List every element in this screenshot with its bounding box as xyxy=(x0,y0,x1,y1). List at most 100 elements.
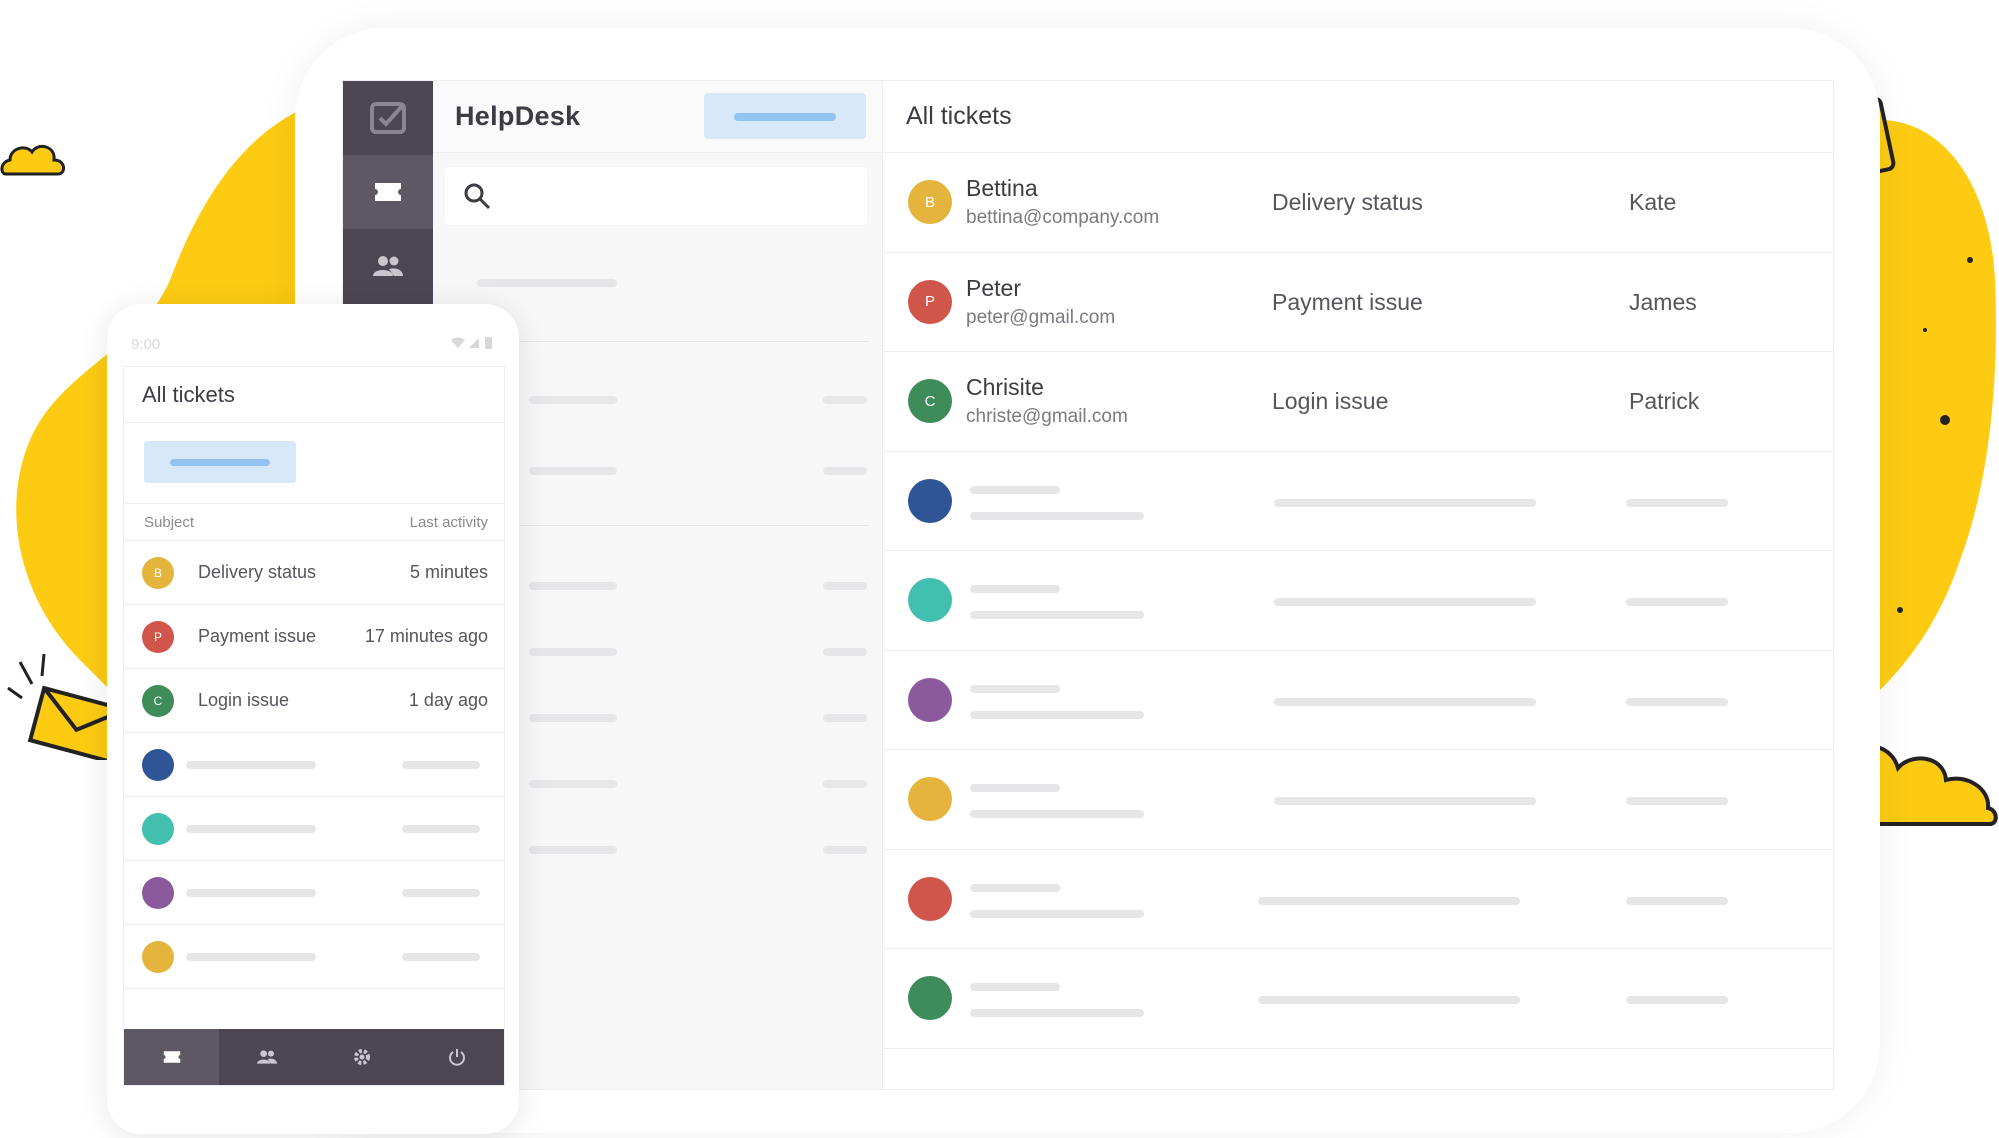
requester-email: bettina@company.com xyxy=(966,207,1160,228)
search-icon xyxy=(464,183,491,210)
avatar xyxy=(142,941,174,973)
list-placeholder xyxy=(823,648,867,656)
avatar: P xyxy=(908,279,952,324)
ticket-subject: Delivery status xyxy=(1272,189,1423,215)
checkbox-logo-icon xyxy=(370,102,406,134)
assigned-agent: James xyxy=(1629,288,1697,315)
power-icon xyxy=(448,1049,465,1066)
placeholder-line xyxy=(970,585,1060,593)
stage: HelpDesk All tickets B Bettina bettina@c… xyxy=(0,0,1999,1138)
placeholder-row[interactable] xyxy=(884,850,1833,949)
placeholder-line xyxy=(1626,498,1728,507)
nav-logout[interactable] xyxy=(409,1029,504,1085)
list-placeholder xyxy=(477,279,617,287)
mobile-placeholder-row[interactable] xyxy=(124,797,504,861)
mobile-table-header: Subject Last activity xyxy=(124,503,504,541)
nav-settings[interactable] xyxy=(314,1029,409,1085)
search-input[interactable] xyxy=(445,167,867,225)
page-title: All tickets xyxy=(884,81,1833,153)
assigned-agent: Kate xyxy=(1629,189,1677,215)
table-row[interactable]: C Chrisite christe@gmail.com Login issue… xyxy=(884,352,1833,452)
placeholder-line xyxy=(1626,598,1728,606)
placeholder-line xyxy=(1626,896,1728,905)
list-placeholder xyxy=(823,582,867,590)
divider xyxy=(477,525,869,526)
placeholder-line xyxy=(402,761,480,769)
mobile-page-title: All tickets xyxy=(124,367,504,423)
placeholder-row[interactable] xyxy=(884,949,1833,1049)
avatar xyxy=(908,578,952,622)
requester-name: Bettina xyxy=(966,175,1038,201)
placeholder-line xyxy=(1258,996,1520,1004)
list-placeholder xyxy=(823,714,867,722)
ticket-subject: Delivery status xyxy=(198,562,317,582)
placeholder-line xyxy=(1274,498,1536,507)
sidebar-item-logo[interactable] xyxy=(343,81,433,155)
users-icon xyxy=(256,1050,277,1064)
avatar: C xyxy=(142,685,174,717)
mobile-placeholder-row[interactable] xyxy=(124,861,504,925)
placeholder-line xyxy=(970,485,1060,494)
placeholder-line xyxy=(402,825,480,833)
button-label-placeholder xyxy=(170,459,270,466)
nav-users[interactable] xyxy=(219,1029,314,1085)
ticket-icon xyxy=(163,1051,180,1063)
assigned-agent: Patrick xyxy=(1629,388,1700,414)
sidebar-item-users[interactable] xyxy=(343,229,433,303)
nav-tickets[interactable] xyxy=(124,1029,219,1085)
list-placeholder xyxy=(823,396,867,404)
divider xyxy=(477,341,869,342)
ticket-subject: Login issue xyxy=(1272,388,1389,414)
mobile-table-row[interactable]: P Payment issue 17 minutes ago xyxy=(124,605,504,669)
placeholder-line xyxy=(970,784,1060,792)
mobile-table-row[interactable]: B Delivery status 5 minutes xyxy=(124,541,504,605)
sidebar-item-tickets[interactable] xyxy=(343,155,433,229)
placeholder-row[interactable] xyxy=(884,551,1833,651)
users-icon xyxy=(373,256,403,276)
column-subject: Subject xyxy=(144,514,195,531)
avatar xyxy=(142,813,174,845)
placeholder-row[interactable] xyxy=(884,750,1833,850)
ticket-subject: Payment issue xyxy=(1272,288,1423,315)
placeholder-line xyxy=(1258,896,1520,905)
gear-icon xyxy=(353,1049,370,1065)
table-row[interactable]: P Peter peter@gmail.com Payment issue Ja… xyxy=(884,253,1833,352)
avatar: B xyxy=(142,557,174,589)
placeholder-line xyxy=(970,511,1144,520)
list-placeholder xyxy=(529,648,617,656)
placeholder-line xyxy=(970,1009,1144,1017)
placeholder-row[interactable] xyxy=(884,452,1833,551)
requester-name: Chrisite xyxy=(966,374,1044,400)
mobile-new-ticket-button[interactable] xyxy=(144,441,296,483)
requester-email: christe@gmail.com xyxy=(966,406,1128,427)
avatar xyxy=(908,777,952,821)
list-placeholder xyxy=(823,846,867,854)
ticket-icon xyxy=(375,183,401,201)
placeholder-line xyxy=(186,889,316,897)
placeholder-row[interactable] xyxy=(884,651,1833,750)
placeholder-line xyxy=(970,611,1144,619)
mobile-placeholder-row[interactable] xyxy=(124,733,504,797)
mobile-app-window: All tickets Subject Last activity B Deli… xyxy=(123,366,505,1086)
mobile-placeholder-row[interactable] xyxy=(124,925,504,989)
phone-status-time: 9:00 xyxy=(131,336,161,353)
app-title: HelpDesk xyxy=(455,101,581,131)
avatar xyxy=(908,677,952,722)
list-placeholder xyxy=(529,780,617,788)
avatar xyxy=(908,478,952,523)
placeholder-line xyxy=(970,909,1144,918)
avatar: C xyxy=(908,379,952,423)
placeholder-line xyxy=(970,684,1060,693)
avatar xyxy=(142,749,174,781)
new-ticket-button[interactable] xyxy=(704,93,866,139)
placeholder-line xyxy=(970,810,1144,818)
list-placeholder xyxy=(529,714,617,722)
mobile-bottom-nav xyxy=(124,1029,504,1085)
avatar xyxy=(908,876,952,921)
list-placeholder xyxy=(529,846,617,854)
column-last-activity: Last activity xyxy=(409,514,488,531)
table-row[interactable]: B Bettina bettina@company.com Delivery s… xyxy=(884,153,1833,253)
avatar: B xyxy=(908,180,952,224)
mobile-table-row[interactable]: C Login issue 1 day ago xyxy=(124,669,504,733)
avatar: P xyxy=(142,621,174,653)
